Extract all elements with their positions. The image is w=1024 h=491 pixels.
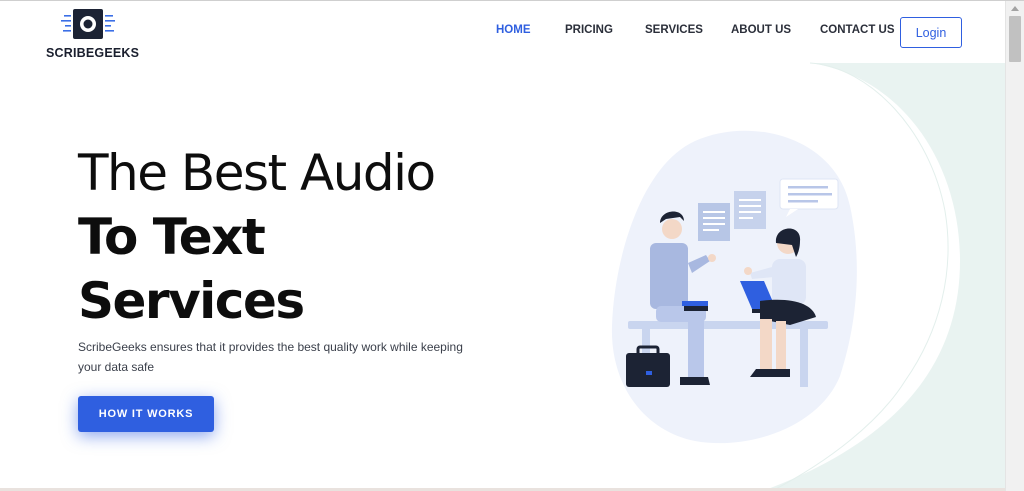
scrollbar-thumb[interactable]: [1009, 16, 1021, 62]
hero-subtitle: ScribeGeeks ensures that it provides the…: [78, 340, 463, 374]
audio-recorder-icon: [61, 9, 115, 39]
nav-about-us[interactable]: ABOUT US: [731, 24, 791, 36]
brand-name: SCRIBEGEEKS: [46, 46, 140, 60]
nav-services[interactable]: SERVICES: [645, 24, 703, 36]
brand-logo[interactable]: SCRIBEGEEKS: [46, 7, 140, 60]
hero-title-light: The Best: [78, 144, 300, 202]
scroll-up-arrow-icon[interactable]: [1011, 6, 1019, 11]
hero-title: The Best Audio To Text Services: [78, 141, 508, 333]
hero-title-bold: Audio: [300, 144, 436, 202]
vertical-scrollbar[interactable]: [1005, 1, 1024, 491]
how-it-works-button[interactable]: HOW IT WORKS: [78, 396, 214, 432]
hero-title-line3: Services: [78, 272, 305, 330]
nav-home[interactable]: HOME: [496, 24, 531, 36]
nav-contact-us[interactable]: CONTACT US: [820, 24, 895, 36]
site-header: SCRIBEGEEKS HOME PRICING SERVICES ABOUT …: [0, 1, 1005, 63]
page: SCRIBEGEEKS HOME PRICING SERVICES ABOUT …: [0, 0, 1024, 491]
hero-title-line2: To Text: [78, 208, 266, 266]
nav-pricing[interactable]: PRICING: [565, 24, 613, 36]
two-people-conversation-icon: [611, 130, 857, 444]
login-button[interactable]: Login: [900, 17, 962, 48]
